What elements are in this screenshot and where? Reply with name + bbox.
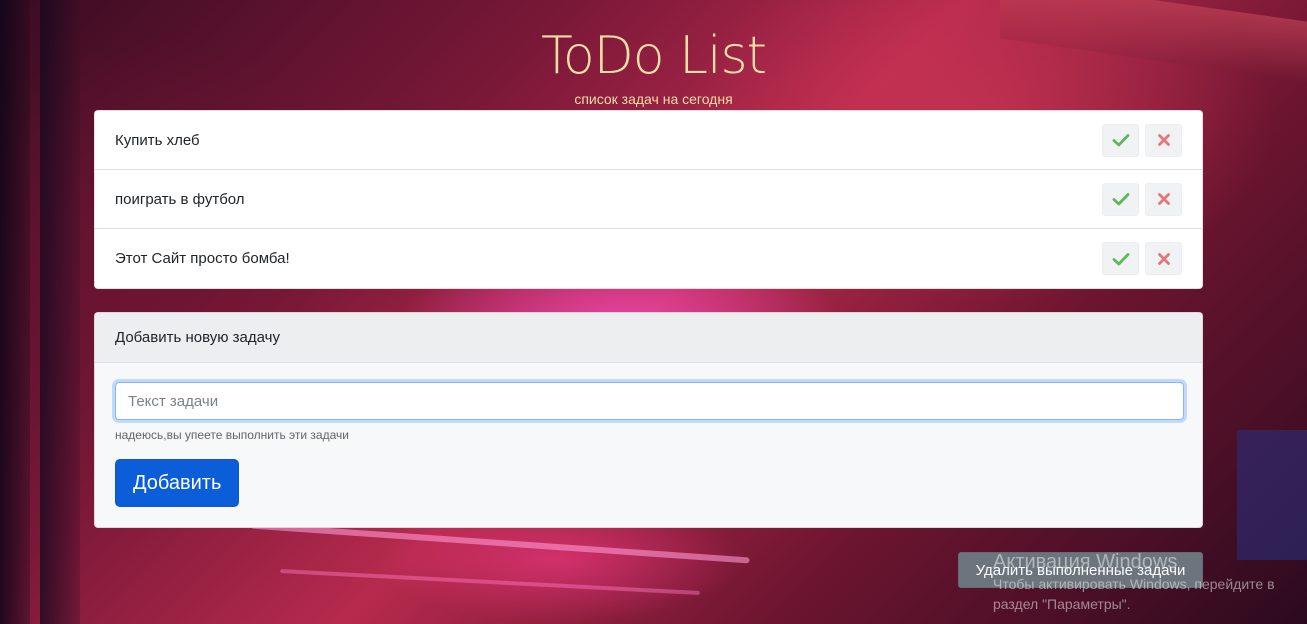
task-item: поиграть в футбол — [95, 170, 1202, 229]
task-text: поиграть в футбол — [115, 190, 245, 208]
delete-task-button[interactable] — [1145, 123, 1182, 157]
check-icon — [1112, 193, 1129, 206]
complete-task-button[interactable] — [1102, 182, 1139, 216]
add-task-body: надеюсь,вы упеете выполнить эти задачи Д… — [95, 363, 1202, 507]
add-task-card: Добавить новую задачу надеюсь,вы упеете … — [94, 312, 1203, 528]
task-item: Этот Сайт просто бомба! — [95, 229, 1202, 288]
add-task-button[interactable]: Добавить — [115, 459, 240, 507]
help-text: надеюсь,вы упеете выполнить эти задачи — [115, 428, 349, 442]
page-title: ToDo List — [540, 26, 767, 86]
task-actions — [1102, 123, 1182, 157]
task-actions — [1102, 242, 1182, 275]
check-icon — [1112, 134, 1129, 147]
add-task-header: Добавить новую задачу — [95, 313, 1202, 363]
complete-task-button[interactable] — [1102, 123, 1139, 157]
task-list: Купить хлеб поиграть в футбол Этот Сайт … — [94, 110, 1203, 289]
delete-completed-button[interactable]: Удалить выполненные задачи — [958, 552, 1203, 588]
close-icon — [1157, 252, 1170, 265]
close-icon — [1157, 193, 1170, 205]
task-item: Купить хлеб — [95, 111, 1202, 170]
background-decoration — [1237, 430, 1307, 560]
task-text-input[interactable] — [115, 382, 1184, 420]
task-actions — [1102, 182, 1182, 216]
page-subtitle: список задач на сегодня — [574, 91, 733, 107]
background-decoration — [250, 522, 750, 564]
complete-task-button[interactable] — [1102, 242, 1139, 275]
page-header: ToDo List список задач на сегодня — [0, 24, 1307, 108]
delete-task-button[interactable] — [1145, 182, 1182, 216]
activation-text: раздел "Параметры". — [993, 596, 1131, 612]
close-icon — [1157, 134, 1170, 146]
task-text: Купить хлеб — [115, 131, 200, 149]
task-text: Этот Сайт просто бомба! — [115, 250, 290, 267]
delete-task-button[interactable] — [1145, 242, 1182, 275]
check-icon — [1112, 252, 1129, 265]
background-decoration — [280, 569, 700, 595]
